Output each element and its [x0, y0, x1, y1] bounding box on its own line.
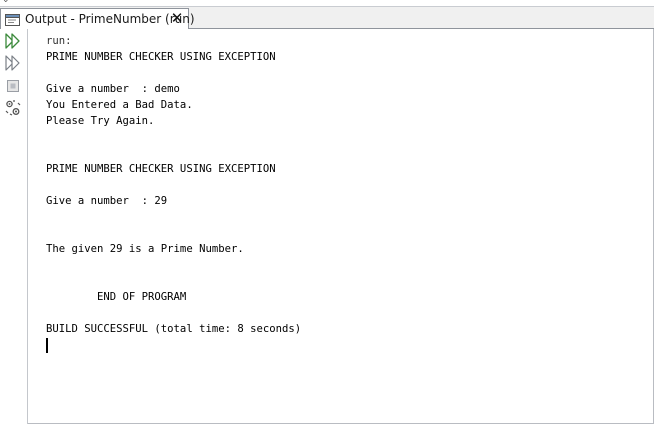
console-text: run: PRIME NUMBER CHECKER USING EXCEPTIO…: [46, 33, 301, 353]
top-strip: ⌄: [0, 0, 654, 7]
tab-output-primenumber[interactable]: Output - PrimeNumber (run) ✕: [0, 8, 195, 29]
console-line: Please Try Again.: [46, 115, 155, 127]
console-line: PRIME NUMBER CHECKER USING EXCEPTION: [46, 51, 276, 63]
console-line: Give a number : demo: [46, 83, 180, 95]
console-line: BUILD SUCCESSFUL (total time: 8 seconds): [46, 323, 302, 335]
text-cursor: [46, 338, 48, 353]
console-line: run:: [46, 35, 72, 47]
chevron-down-icon[interactable]: ⌄: [2, 0, 10, 5]
output-window-icon: [5, 12, 21, 26]
rerun-with-options-icon[interactable]: [4, 54, 22, 72]
output-window: ⌄ Output - PrimeNumber (run) ✕ run: PRIM…: [0, 0, 654, 424]
rerun-icon[interactable]: [4, 32, 22, 50]
console-output[interactable]: run: PRIME NUMBER CHECKER USING EXCEPTIO…: [28, 29, 653, 423]
tab-bar: Output - PrimeNumber (run) ✕: [0, 7, 654, 29]
console-line: The given 29 is a Prime Number.: [46, 243, 244, 255]
console-line: You Entered a Bad Data.: [46, 99, 193, 111]
settings-icon[interactable]: [4, 99, 22, 117]
stop-icon[interactable]: [4, 77, 22, 95]
console-line: Give a number : 29: [46, 195, 168, 207]
console-line: END OF PROGRAM: [46, 291, 187, 303]
console-input-line[interactable]: [46, 337, 301, 353]
console-line: PRIME NUMBER CHECKER USING EXCEPTION: [46, 163, 276, 175]
output-side-toolbar: [0, 29, 28, 424]
close-icon[interactable]: ✕: [170, 11, 184, 26]
